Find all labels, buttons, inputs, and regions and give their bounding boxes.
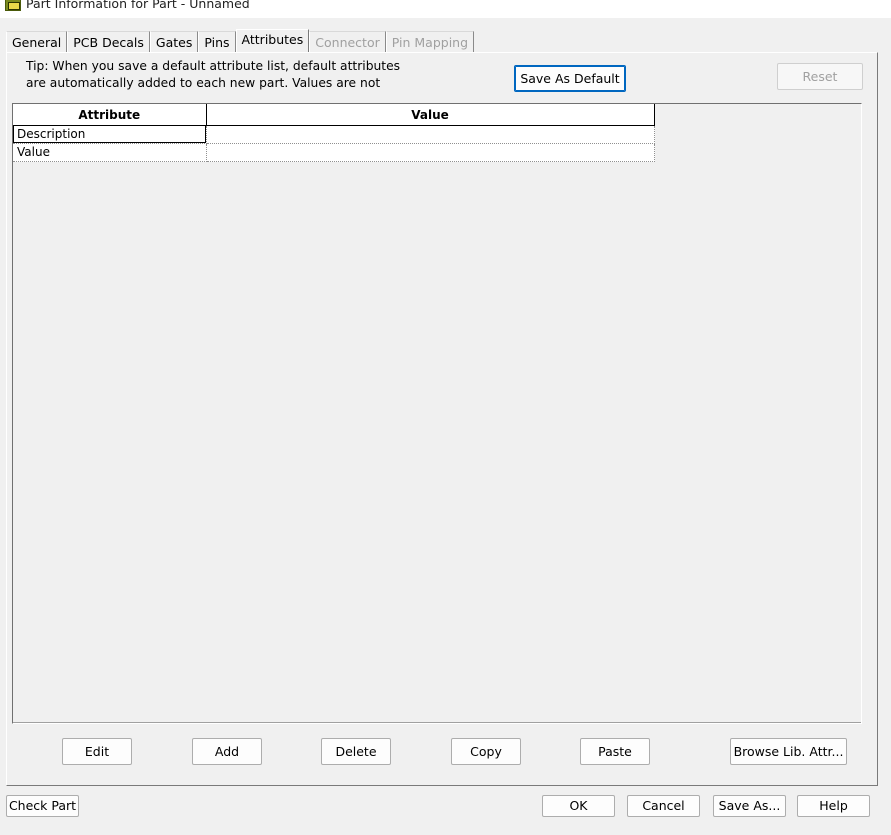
tab-pcb-decals[interactable]: PCB Decals xyxy=(67,31,150,52)
save-as-default-button[interactable]: Save As Default xyxy=(514,65,626,92)
tab-strip: General PCB Decals Gates Pins Attributes… xyxy=(6,29,475,53)
help-button[interactable]: Help xyxy=(797,795,870,817)
attribute-cell[interactable]: Value xyxy=(13,143,207,162)
tip-text: Tip: When you save a default attribute l… xyxy=(26,58,446,91)
attribute-table: Attribute Value Description Value xyxy=(13,104,655,162)
tip-line-1: Tip: When you save a default attribute l… xyxy=(26,59,401,73)
column-header-value[interactable]: Value xyxy=(206,104,655,126)
table-row[interactable]: Value xyxy=(13,143,655,162)
column-header-attribute[interactable]: Attribute xyxy=(13,104,207,126)
attribute-grid[interactable]: Attribute Value Description Value xyxy=(12,103,862,724)
add-button[interactable]: Add xyxy=(192,738,262,765)
table-header-row: Attribute Value xyxy=(13,104,655,126)
tab-gates[interactable]: Gates xyxy=(149,31,199,52)
edit-button[interactable]: Edit xyxy=(62,738,132,765)
window-title: Part Information for Part - Unnamed xyxy=(26,0,250,11)
tab-pin-mapping: Pin Mapping xyxy=(385,31,475,52)
ok-button[interactable]: OK xyxy=(542,795,615,817)
attribute-cell[interactable]: Description xyxy=(13,125,207,144)
reset-button: Reset xyxy=(777,63,863,90)
delete-button[interactable]: Delete xyxy=(321,738,391,765)
value-cell[interactable] xyxy=(206,125,655,144)
tip-line-2: are automatically added to each new part… xyxy=(26,75,381,90)
paste-button[interactable]: Paste xyxy=(580,738,650,765)
pcb-part-icon xyxy=(5,0,21,11)
browse-lib-attr-button[interactable]: Browse Lib. Attr... xyxy=(730,738,847,765)
value-cell[interactable] xyxy=(206,143,655,162)
save-as-button[interactable]: Save As... xyxy=(713,795,786,817)
tab-general[interactable]: General xyxy=(6,31,68,52)
copy-button[interactable]: Copy xyxy=(451,738,521,765)
tab-pins[interactable]: Pins xyxy=(198,31,236,52)
tab-attributes[interactable]: Attributes xyxy=(235,29,310,53)
title-bar: Part Information for Part - Unnamed xyxy=(0,0,891,18)
check-part-button[interactable]: Check Part xyxy=(6,795,79,817)
cancel-button[interactable]: Cancel xyxy=(627,795,700,817)
table-row[interactable]: Description xyxy=(13,125,655,144)
tab-connector: Connector xyxy=(309,31,386,52)
